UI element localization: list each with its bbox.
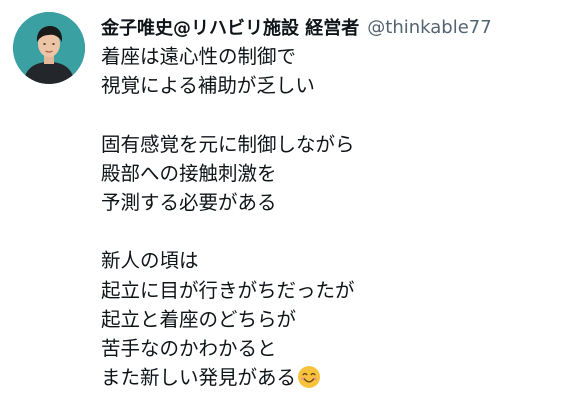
smiling-face-emoji-icon [297, 365, 321, 389]
tweet-text-last-line: また新しい発見がある [101, 363, 561, 392]
tweet-text-line: 着座は遠心性の制御で [101, 45, 297, 68]
tweet-text-blank-line [101, 217, 561, 246]
tweet-text-line: 起立に目が行きがちだったが [101, 278, 355, 302]
tweet-text-line: 予測する必要がある [101, 190, 277, 214]
author-handle[interactable]: @thinkable77 [367, 17, 491, 38]
tweet-text-line: また新しい発見がある [101, 366, 297, 390]
author-display-name[interactable]: 金子唯史@リハビリ施設 経営者 [101, 14, 359, 40]
tweet-text-line: 視覚による補助が乏しい [101, 74, 315, 98]
tweet-text-line: 殿部への接触刺激を [101, 161, 277, 185]
tweet-text-line: 新人の頃は [101, 249, 199, 273]
tweet-text-line: 起立と着座のどちらが [101, 307, 297, 331]
tweet-text-line: 苦手なのかわかると [101, 336, 277, 360]
tweet-header: 金子唯史@リハビリ施設 経営者 @thinkable77 [101, 10, 492, 44]
avatar[interactable] [13, 12, 85, 84]
tweet-text: 着座は遠心性の制御で 視覚による補助が乏しい 固有感覚を元に制御しながら 殿部へ… [101, 42, 561, 392]
tweet-text-line: 固有感覚を元に制御しながら [101, 132, 355, 156]
tweet-text-blank-line [101, 100, 561, 129]
tweet[interactable]: 金子唯史@リハビリ施設 経営者 @thinkable77 着座は遠心性の制御で … [0, 0, 571, 402]
profile-photo [13, 12, 85, 84]
